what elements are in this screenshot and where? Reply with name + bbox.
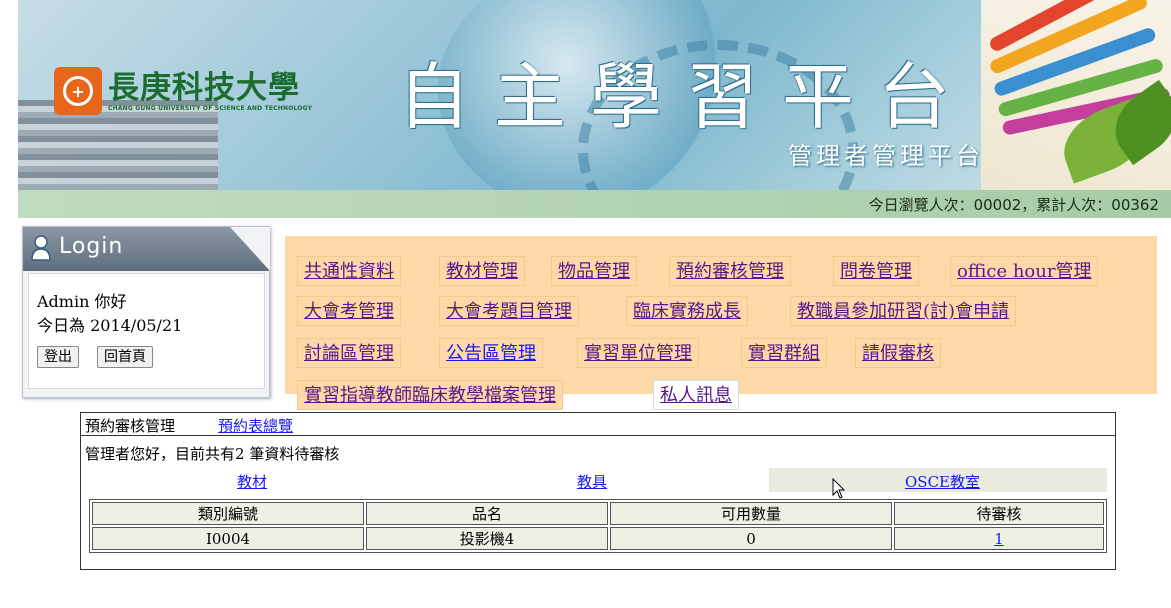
visitor-counter: 今日瀏覽人次：00002，累計人次：00362 xyxy=(868,196,1159,214)
menu-teacher-portfolio[interactable]: 實習指導教師臨床教學檔案管理 xyxy=(297,380,563,410)
menu-materials[interactable]: 教材管理 xyxy=(439,256,525,286)
column-header: 品名 xyxy=(366,502,608,525)
platform-title: 自主學習平台 xyxy=(398,55,975,139)
menu-leave-review[interactable]: 請假審核 xyxy=(855,338,941,368)
panel-title: 預約審核管理 xyxy=(85,417,176,435)
column-header: 類別編號 xyxy=(92,502,364,525)
header-banner: + 長庚科技大學 CHANG GUNG UNIVERSITY OF SCIENC… xyxy=(18,0,1171,190)
home-button[interactable]: 回首頁 xyxy=(97,346,153,368)
login-title: Login xyxy=(59,234,124,259)
admin-menu: 共通性資料 教材管理 物品管理 預約審核管理 問卷管理 office hour管… xyxy=(285,236,1157,410)
menu-private-messages[interactable]: 私人訊息 xyxy=(653,380,739,410)
item-name-cell: 投影機4 xyxy=(366,527,608,550)
mouse-cursor-icon xyxy=(832,478,846,499)
menu-office-hour[interactable]: office hour管理 xyxy=(950,256,1099,286)
menu-common-data[interactable]: 共通性資料 xyxy=(297,256,401,286)
column-header: 可用數量 xyxy=(610,502,892,525)
category-osce-room-link[interactable]: OSCE教室 xyxy=(905,471,980,492)
menu-questionnaire[interactable]: 問卷管理 xyxy=(833,256,919,286)
login-panel: Login Admin 你好 今日為 2014/05/21 登出 回首頁 xyxy=(22,226,270,398)
available-qty-cell: 0 xyxy=(610,527,892,550)
user-greeting: Admin 你好 xyxy=(37,292,127,311)
logout-button[interactable]: 登出 xyxy=(37,346,79,368)
menu-booking-review[interactable]: 預約審核管理 xyxy=(669,256,791,286)
menu-internship-groups[interactable]: 實習群組 xyxy=(741,338,827,368)
pending-items-table: 類別編號 品名 可用數量 待審核 I0004 投影機4 0 1 xyxy=(89,499,1107,553)
table-row: I0004 投影機4 0 1 xyxy=(92,527,1104,550)
pending-cell: 1 xyxy=(894,527,1104,550)
platform-subtitle: 管理者管理平台 xyxy=(788,142,984,170)
logo-name-cn: 長庚科技大學 xyxy=(108,69,300,106)
pending-message: 管理者您好，目前共有2 筆資料待審核 xyxy=(85,445,340,463)
university-logo: + 長庚科技大學 CHANG GUNG UNIVERSITY OF SCIENC… xyxy=(54,67,312,115)
pending-count-link[interactable]: 1 xyxy=(994,530,1004,548)
column-header: 待審核 xyxy=(894,502,1104,525)
login-body: Admin 你好 今日為 2014/05/21 登出 回首頁 xyxy=(28,273,265,389)
menu-clinical-growth[interactable]: 臨床實務成長 xyxy=(626,296,748,326)
category-teaching-aids-link[interactable]: 教具 xyxy=(577,471,607,492)
menu-announcement[interactable]: 公告區管理 xyxy=(439,338,543,368)
menu-internship-units[interactable]: 實習單位管理 xyxy=(577,338,699,368)
menu-exam[interactable]: 大會考管理 xyxy=(297,296,401,326)
user-icon xyxy=(31,235,51,261)
visitor-counter-bar: 今日瀏覽人次：00002，累計人次：00362 xyxy=(18,190,1171,218)
current-date: 今日為 2014/05/21 xyxy=(37,316,183,335)
panel-header: 預約審核管理 預約表總覽 xyxy=(81,413,1115,436)
menu-items[interactable]: 物品管理 xyxy=(551,256,637,286)
table-header-row: 類別編號 品名 可用數量 待審核 xyxy=(92,502,1104,525)
logo-icon: + xyxy=(54,67,102,115)
login-header: Login xyxy=(23,227,270,271)
menu-exam-questions[interactable]: 大會考題目管理 xyxy=(439,296,579,326)
booking-overview-link[interactable]: 預約表總覽 xyxy=(218,415,293,436)
booking-review-panel: 預約審核管理 預約表總覽 管理者您好，目前共有2 筆資料待審核 教材 教具 OS… xyxy=(80,412,1116,570)
logo-name-en: CHANG GUNG UNIVERSITY OF SCIENCE AND TEC… xyxy=(108,104,313,112)
menu-forum[interactable]: 討論區管理 xyxy=(297,338,401,368)
category-id-cell: I0004 xyxy=(92,527,364,550)
category-materials-link[interactable]: 教材 xyxy=(237,471,267,492)
menu-staff-seminar[interactable]: 教職員參加研習(討)會申請 xyxy=(790,296,1017,326)
